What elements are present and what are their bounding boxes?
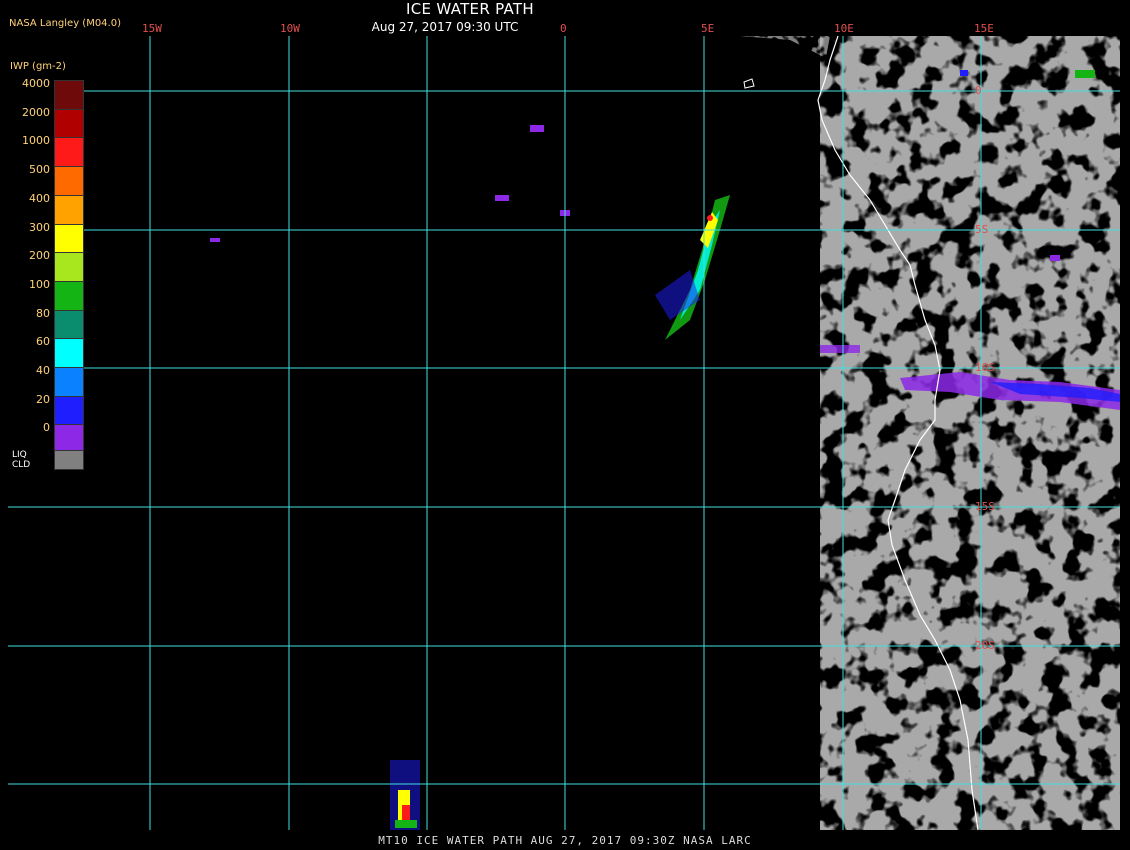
legend-swatch — [54, 223, 84, 255]
lat-label-20s: 20S — [975, 639, 995, 652]
legend-label: 500 — [29, 163, 50, 177]
land-cloud-texture — [820, 36, 1120, 830]
legend-label: 0 — [43, 421, 50, 435]
ice-cloud-south — [390, 760, 420, 830]
lat-label-5s: 5S — [975, 223, 989, 236]
legend-swatch — [54, 166, 84, 197]
legend-liq-swatch — [54, 450, 84, 470]
legend-swatch — [54, 194, 84, 226]
legend-swatch — [54, 137, 84, 169]
brand-label: NASA Langley (M04.0) — [9, 18, 121, 29]
satellite-map — [8, 35, 1120, 831]
legend-swatch — [54, 252, 84, 283]
legend-swatch — [54, 367, 84, 398]
map-title: ICE WATER PATH — [406, 0, 534, 18]
legend-label: 4000 — [22, 77, 50, 90]
legend-swatch — [54, 395, 84, 427]
lon-label-10e: 10E — [834, 22, 854, 35]
legend-cld-label: CLD — [12, 460, 31, 470]
legend-swatch — [54, 280, 84, 312]
legend-swatch — [54, 80, 84, 111]
legend-label: 20 — [36, 392, 50, 406]
legend-swatch — [54, 309, 84, 341]
legend-label: 40 — [36, 364, 50, 377]
legend-label: 80 — [36, 306, 50, 320]
legend-liq-label: LIQ — [12, 450, 27, 460]
lon-label-10w: 10W — [280, 22, 300, 35]
lon-label-15w: 15W — [142, 22, 162, 35]
lat-label-10s: 10S — [975, 361, 995, 374]
lon-label-15e: 15E — [974, 22, 994, 35]
legend-label: 100 — [29, 277, 50, 291]
legend-swatch — [54, 108, 84, 140]
legend-label: 1000 — [22, 134, 50, 148]
footer-caption: MT10 ICE WATER PATH AUG 27, 2017 09:30Z … — [378, 834, 752, 847]
legend-label: 300 — [29, 220, 50, 234]
legend-swatch — [54, 338, 84, 369]
legend-label: 200 — [29, 249, 50, 263]
map-datetime: Aug 27, 2017 09:30 UTC — [371, 20, 519, 34]
legend-label: 60 — [36, 335, 50, 349]
lat-label-0: 0 — [975, 84, 982, 97]
lat-label-15s: 15S — [975, 500, 995, 513]
lon-label-0: 0 — [560, 22, 567, 35]
legend-label: 2000 — [22, 105, 50, 119]
lon-label-5e: 5E — [701, 22, 715, 35]
legend-unit: IWP (gm-2) — [10, 61, 66, 72]
color-legend: IWP (gm-2) 4000 2000 1000 500 400 300 200 100 80… — [8, 60, 84, 486]
legend-label: 400 — [29, 191, 50, 205]
